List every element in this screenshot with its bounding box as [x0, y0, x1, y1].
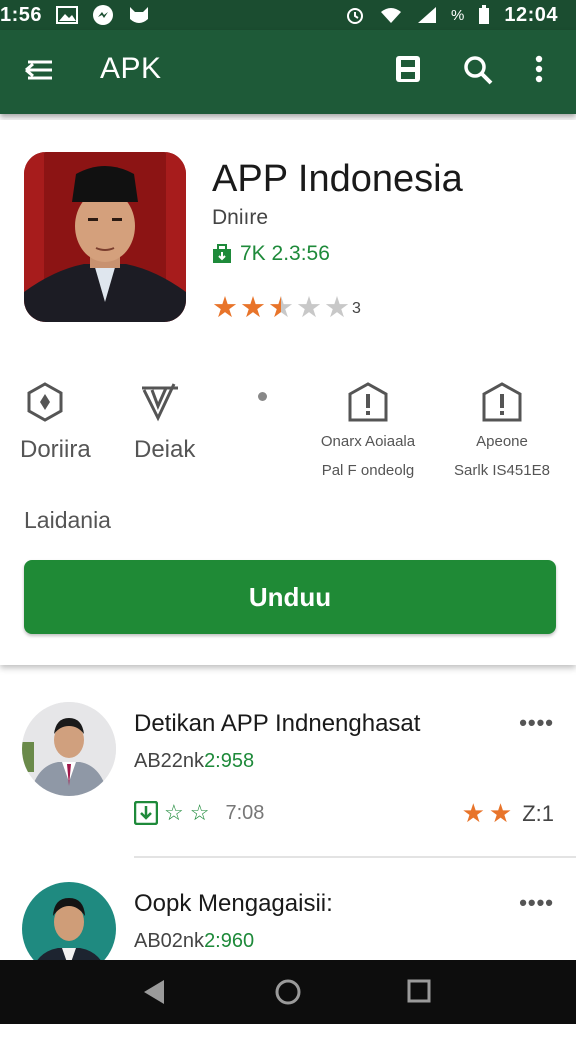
stat-label-line2: Sarlk IS451E8: [454, 462, 550, 479]
list-item-title: Oopk Mengagaisii:: [134, 890, 333, 917]
alarm-icon: [345, 5, 365, 25]
star-empty-icon: ★: [324, 292, 350, 324]
star-outline-icon: ☆: [164, 800, 184, 825]
app-meta: 7K 2.3:56: [212, 242, 330, 266]
hexagon-icon: [26, 382, 130, 422]
list-item-sub-value: 2:960: [204, 930, 255, 952]
download-badge-icon: [134, 801, 158, 825]
app-rating: ★ ★ ★ ★ ★ 3: [212, 294, 361, 323]
app-icon: [24, 152, 186, 322]
avatar: [22, 702, 116, 796]
rating-count: 3: [352, 299, 361, 317]
install-button[interactable]: Unduu: [24, 560, 556, 634]
image-notification-icon: [56, 6, 79, 24]
battery-percent: %: [451, 6, 465, 24]
info-shield-icon: [480, 382, 524, 422]
star-outline-icon: ☆: [189, 800, 210, 825]
status-bar: 1:56 % 12:04: [0, 0, 576, 30]
star-half-icon: ★: [268, 292, 294, 324]
info-shield-icon: [346, 382, 390, 422]
list-item-rating-text: Z:1: [522, 800, 554, 826]
stat-label-line1: Apeone: [476, 433, 528, 450]
download-arrow-icon: [138, 382, 234, 422]
recents-icon[interactable]: [406, 978, 432, 1004]
stat-label: Doriira: [20, 436, 91, 463]
app-meta-text: 7K 2.3:56: [240, 242, 330, 265]
list-item-subtitle: AB02nk2:960: [134, 930, 254, 953]
stat-label-line2: Pal F ondeolg: [321, 462, 415, 479]
more-options-icon[interactable]: ••••: [519, 710, 554, 736]
status-time-right: 12:04: [504, 3, 558, 26]
list-item[interactable]: Detikan APP Indnenghasat AB22nk2:958 •••…: [0, 690, 576, 860]
stat-size: Apeone Sarlk IS451E8: [440, 382, 564, 480]
home-icon[interactable]: [274, 978, 302, 1006]
star-icon: ★: [212, 292, 238, 324]
stat-label-line1: Onarx Aoiaala: [320, 433, 416, 450]
star-icon: ★: [240, 292, 266, 324]
stat-rating: Doriira: [20, 382, 130, 464]
signal-icon: [417, 6, 437, 24]
more-vert-icon[interactable]: [534, 54, 544, 84]
list-item-sub-prefix: AB02nk: [134, 930, 205, 952]
app-bar: APK: [0, 30, 576, 114]
app-bar-title: APK: [100, 52, 162, 85]
navigation-bar: [0, 960, 576, 1024]
save-icon[interactable]: [394, 54, 422, 84]
section-label: Laidania: [24, 507, 111, 533]
menu-icon[interactable]: [24, 58, 54, 82]
star-icon: ★: [461, 798, 485, 828]
list-item-sub-value: 2:958: [204, 750, 255, 772]
list-item-sub-prefix: AB22nk: [134, 750, 205, 772]
search-icon[interactable]: [462, 54, 494, 86]
app-title: APP Indonesia: [212, 158, 463, 200]
stat-content: Onarx Aoiaala Pal F ondeolg: [308, 382, 428, 480]
more-options-icon[interactable]: ••••: [519, 890, 554, 916]
status-time-left: 1:56: [0, 3, 43, 26]
stat-downloads: Deiak: [134, 382, 234, 464]
back-icon[interactable]: [142, 978, 166, 1006]
app-developer[interactable]: Dniıre: [212, 206, 268, 230]
list-item-title: Detikan APP Indnenghasat: [134, 710, 421, 737]
wifi-icon: [379, 6, 403, 24]
stat-label: Deiak: [134, 436, 196, 463]
star-icon: ★: [488, 798, 513, 828]
battery-icon: [478, 5, 490, 25]
list-item-subtitle: AB22nk2:958: [134, 750, 254, 773]
list-item-badges: ☆ ☆ 7:08: [134, 800, 264, 826]
list-item-rating: ★ ★ Z:1: [462, 798, 554, 829]
app-detail-card: APP Indonesia Dniıre 7K 2.3:56 ★ ★ ★ ★ ★…: [0, 120, 576, 665]
pager-dot: [258, 392, 267, 401]
star-empty-icon: ★: [296, 292, 322, 324]
cat-notification-icon: [128, 5, 150, 25]
download-badge-icon: [212, 244, 232, 264]
list-item-badge-text: 7:08: [225, 801, 265, 824]
messenger-notification-icon: [92, 4, 114, 26]
divider: [134, 856, 576, 858]
